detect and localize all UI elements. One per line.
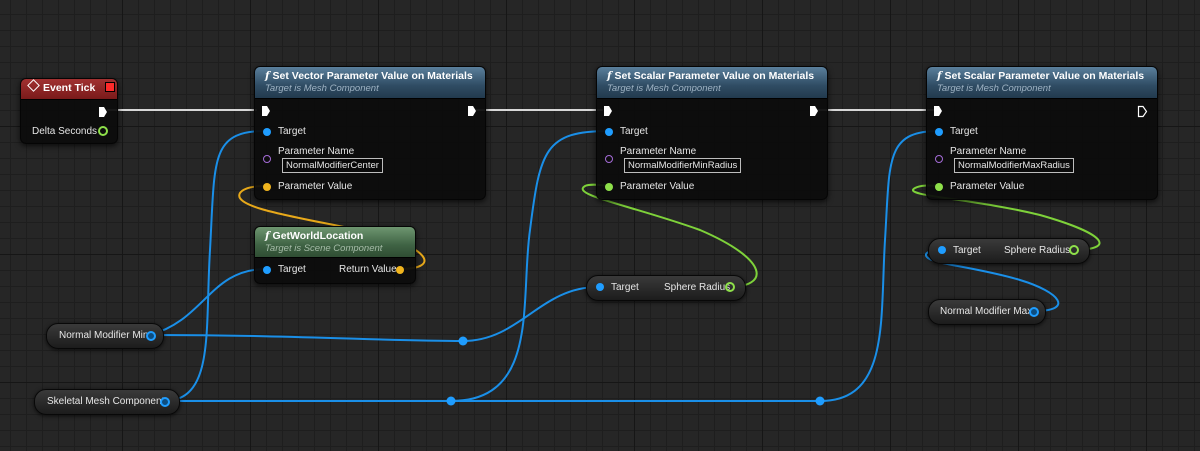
parameter-name-pin[interactable] xyxy=(263,155,271,163)
node-subtitle: Target is Mesh Component xyxy=(937,83,1051,94)
sphere-radius-label: Sphere Radius xyxy=(1004,245,1071,256)
target-pin[interactable] xyxy=(263,266,271,274)
set-scalar-parameter-node-2[interactable]: f Set Scalar Parameter Value on Materials… xyxy=(926,66,1158,200)
exec-in-pin[interactable] xyxy=(603,105,613,117)
delta-seconds-pin[interactable] xyxy=(98,126,108,136)
event-tick-title: Event Tick xyxy=(43,82,96,94)
normal-modifier-max-node[interactable]: Normal Modifier Max xyxy=(928,299,1046,325)
sphere-radius-node-2[interactable]: Target Sphere Radius xyxy=(928,238,1090,264)
exec-out-pin[interactable] xyxy=(467,105,477,117)
target-label: Target xyxy=(950,126,978,137)
node-title: Set Scalar Parameter Value on Materials xyxy=(614,70,815,82)
min-wire xyxy=(149,286,599,343)
target-label: Target xyxy=(611,282,639,293)
reroute-knot xyxy=(446,396,456,406)
target-pin[interactable] xyxy=(938,246,946,254)
parameter-name-pin[interactable] xyxy=(935,155,943,163)
target-pin[interactable] xyxy=(935,128,943,136)
parameter-name-field[interactable]: NormalModifierCenter xyxy=(282,158,383,173)
target-label: Target xyxy=(620,126,648,137)
parameter-name-label: Parameter Name xyxy=(620,146,697,157)
target-label: Target xyxy=(278,126,306,137)
exec-out-pin[interactable] xyxy=(809,105,819,117)
parameter-value-pin[interactable] xyxy=(605,183,613,191)
mesh-wire xyxy=(819,130,940,402)
function-icon: f xyxy=(607,70,612,82)
exec-in-pin[interactable] xyxy=(933,105,943,117)
set-vector-parameter-node[interactable]: f Set Vector Parameter Value on Materials… xyxy=(254,66,486,200)
variable-label: Normal Modifier Min xyxy=(59,330,149,341)
mesh-wire xyxy=(163,130,266,402)
node-title: GetWorldLocation xyxy=(272,230,364,242)
variable-out-pin[interactable] xyxy=(160,397,170,407)
node-title: Set Scalar Parameter Value on Materials xyxy=(944,70,1145,82)
sphere-radius-label: Sphere Radius xyxy=(664,282,731,293)
sphere-radius-pin[interactable] xyxy=(725,282,735,292)
exec-in-pin[interactable] xyxy=(261,105,271,117)
target-pin[interactable] xyxy=(263,128,271,136)
reroute-knot xyxy=(458,336,468,346)
parameter-value-pin[interactable] xyxy=(935,183,943,191)
target-pin[interactable] xyxy=(596,283,604,291)
parameter-name-pin[interactable] xyxy=(605,155,613,163)
sphere-radius-pin[interactable] xyxy=(1069,245,1079,255)
variable-out-pin[interactable] xyxy=(146,331,156,341)
variable-out-pin[interactable] xyxy=(1029,307,1039,317)
event-tick-node[interactable]: Event Tick Delta Seconds xyxy=(20,78,118,144)
function-icon: f xyxy=(265,230,270,242)
reroute-knot xyxy=(815,396,825,406)
get-world-location-node[interactable]: f GetWorldLocation Target is Scene Compon… xyxy=(254,226,416,284)
exec-out-pin-unconnected[interactable] xyxy=(1137,105,1148,118)
return-value-label: Return Value xyxy=(339,264,397,275)
delta-seconds-label: Delta Seconds xyxy=(32,126,98,137)
return-value-pin[interactable] xyxy=(396,266,404,274)
parameter-value-pin[interactable] xyxy=(263,183,271,191)
parameter-value-label: Parameter Value xyxy=(278,181,353,192)
node-subtitle: Target is Mesh Component xyxy=(607,83,721,94)
node-subtitle: Target is Mesh Component xyxy=(265,83,379,94)
variable-label: Normal Modifier Max xyxy=(940,306,1033,317)
normal-modifier-min-node[interactable]: Normal Modifier Min xyxy=(46,323,164,349)
skeletal-mesh-component-node[interactable]: Skeletal Mesh Component xyxy=(34,389,180,415)
parameter-name-label: Parameter Name xyxy=(278,146,355,157)
target-label: Target xyxy=(953,245,981,256)
node-subtitle: Target is Scene Component xyxy=(265,243,383,254)
exec-out-pin[interactable] xyxy=(98,106,108,118)
delegate-pin[interactable] xyxy=(105,82,115,92)
event-icon xyxy=(27,79,40,92)
parameter-value-label: Parameter Value xyxy=(950,181,1025,192)
parameter-name-field[interactable]: NormalModifierMinRadius xyxy=(624,158,742,173)
parameter-value-label: Parameter Value xyxy=(620,181,695,192)
variable-label: Skeletal Mesh Component xyxy=(47,396,165,407)
function-icon: f xyxy=(937,70,942,82)
target-pin[interactable] xyxy=(605,128,613,136)
sphere-radius-node-1[interactable]: Target Sphere Radius xyxy=(586,275,746,301)
parameter-name-label: Parameter Name xyxy=(950,146,1027,157)
node-title: Set Vector Parameter Value on Materials xyxy=(272,70,473,82)
function-icon: f xyxy=(265,70,270,82)
parameter-name-field[interactable]: NormalModifierMaxRadius xyxy=(954,158,1074,173)
set-scalar-parameter-node-1[interactable]: f Set Scalar Parameter Value on Materials… xyxy=(596,66,828,200)
target-label: Target xyxy=(278,264,306,275)
float-wire xyxy=(581,183,758,288)
